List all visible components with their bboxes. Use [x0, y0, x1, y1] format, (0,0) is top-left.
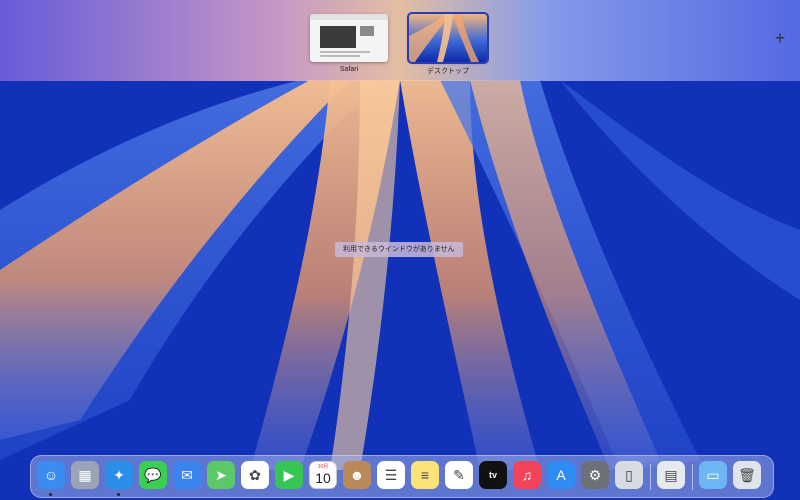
mission-control-spaces-bar: Safari デスクトップ + — [0, 0, 800, 81]
no-windows-message: 利用できるウインドウがありません — [335, 242, 463, 257]
add-space-button[interactable]: + — [770, 28, 790, 48]
calendar-day-label: 10 — [315, 470, 331, 486]
running-indicator — [49, 493, 52, 496]
preview-icon[interactable]: ▤ — [657, 461, 685, 489]
running-indicator — [117, 493, 120, 496]
freeform-icon[interactable]: ✎ — [445, 461, 473, 489]
space-desktop[interactable]: デスクトップ — [407, 12, 489, 76]
reminders-icon[interactable]: ☰ — [377, 461, 405, 489]
finder-icon[interactable]: ☺ — [37, 461, 65, 489]
dock-separator — [650, 464, 651, 490]
system-settings-icon[interactable]: ⚙ — [581, 461, 609, 489]
space-label-safari: Safari — [339, 66, 359, 73]
apple-tv-icon[interactable]: tv — [479, 461, 507, 489]
calendar-icon[interactable]: 10月 10 — [309, 461, 337, 489]
safari-space-thumbnail[interactable] — [310, 14, 388, 62]
notes-icon[interactable]: ≡ — [411, 461, 439, 489]
space-label-desktop: デスクトップ — [427, 68, 469, 75]
space-safari[interactable]: Safari — [308, 14, 390, 73]
app-store-icon[interactable]: A — [547, 461, 575, 489]
photos-icon[interactable]: ✿ — [241, 461, 269, 489]
facetime-icon[interactable]: ▶ — [275, 461, 303, 489]
messages-icon[interactable]: 💬 — [139, 461, 167, 489]
iphone-mirroring-icon[interactable]: ▯ — [615, 461, 643, 489]
downloads-folder-icon[interactable]: ▭ — [699, 461, 727, 489]
launchpad-icon[interactable]: ▦ — [71, 461, 99, 489]
dock-separator — [692, 464, 693, 490]
desktop-space-thumbnail[interactable] — [407, 12, 489, 64]
contacts-icon[interactable]: ☻ — [343, 461, 371, 489]
music-icon[interactable]: ♫ — [513, 461, 541, 489]
safari-icon[interactable]: ✦ — [105, 461, 133, 489]
mail-icon[interactable]: ✉ — [173, 461, 201, 489]
trash-icon[interactable]: 🗑 — [733, 461, 761, 489]
dock: ☺ ▦ ✦ 💬 ✉ ➤ ✿ ▶ 10月 10 ☻ ☰ ≡ ✎ tv ♫ A ⚙ ▯ ▤ ▭ 🗑 — [30, 455, 774, 498]
maps-icon[interactable]: ➤ — [207, 461, 235, 489]
